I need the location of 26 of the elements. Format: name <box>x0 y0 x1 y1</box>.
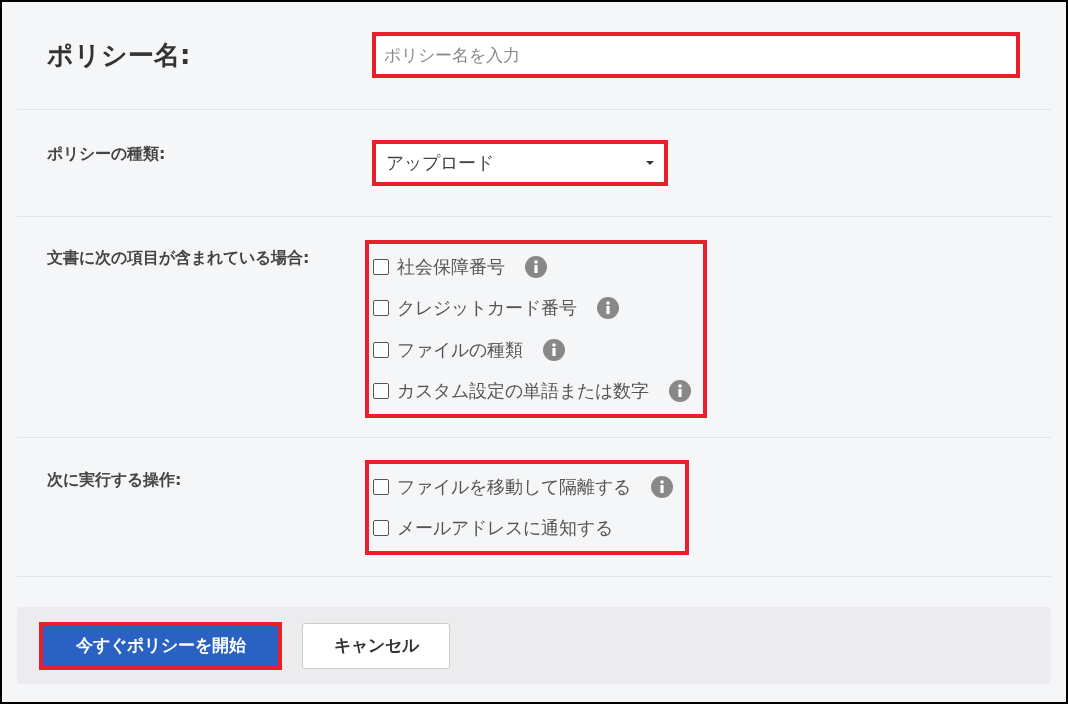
checkbox[interactable] <box>373 300 389 317</box>
checkbox-label[interactable]: ファイルを移動して隔離する <box>397 474 631 499</box>
checkbox-label[interactable]: クレジットカード番号 <box>397 296 577 321</box>
info-icon[interactable] <box>651 475 673 498</box>
cancel-button[interactable]: キャンセル <box>302 622 450 669</box>
info-icon[interactable] <box>597 297 619 320</box>
checkbox[interactable] <box>373 341 389 358</box>
checkbox-label[interactable]: ファイルの種類 <box>397 337 523 362</box>
start-policy-button[interactable]: 今すぐポリシーを開始 <box>39 621 282 670</box>
info-icon[interactable] <box>669 380 691 403</box>
caret-icon <box>646 161 654 165</box>
policy-type-dropdown[interactable]: アップロード <box>372 140 668 186</box>
actions-label: 次に実行する操作: <box>46 469 183 491</box>
checkbox[interactable] <box>373 258 389 275</box>
policy-type-label: ポリシーの種類: <box>46 143 167 165</box>
checkbox-label[interactable]: 社会保障番号 <box>397 254 505 279</box>
checkbox[interactable] <box>373 478 389 495</box>
policy-name-label: ポリシー名: <box>46 39 192 72</box>
info-icon[interactable] <box>525 255 547 278</box>
conditions-label: 文書に次の項目が含まれている場合: <box>46 247 311 269</box>
policy-name-field[interactable]: ポリシー名を入力 <box>372 32 1020 78</box>
info-icon[interactable] <box>543 338 565 361</box>
checkbox-label[interactable]: カスタム設定の単語または数字 <box>397 379 649 404</box>
checkbox[interactable] <box>373 520 389 537</box>
checkbox[interactable] <box>373 383 389 400</box>
checkbox-label[interactable]: メールアドレスに通知する <box>397 516 613 541</box>
